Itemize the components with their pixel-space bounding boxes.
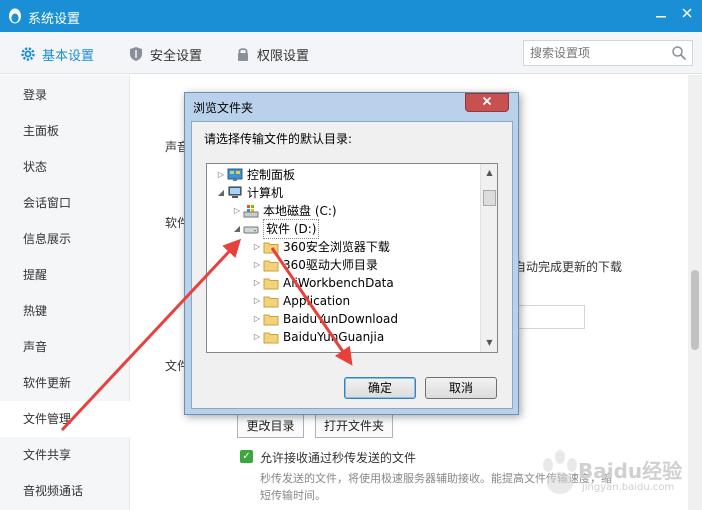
collapse-arrow-icon[interactable]: ◢ [215,184,227,202]
minimize-icon [656,16,666,18]
tree-item-folder[interactable]: ▷ 360安全浏览器下载 [251,238,390,256]
expand-arrow-icon[interactable]: ▷ [251,310,263,328]
folder-icon [263,242,279,254]
sidebar-item-login[interactable]: 登录 [0,77,130,113]
tree-item-folder[interactable]: ▷ BaiduYunGuanjia [251,328,384,346]
sidebar-item-file-management[interactable]: 文件管理 [0,401,130,437]
control-panel-icon [227,168,243,181]
folder-icon [263,332,279,344]
collapse-arrow-icon[interactable]: ◢ [231,220,243,238]
title-bar: 系统设置 [0,0,702,32]
cancel-button[interactable]: 取消 [425,377,497,399]
gear-icon [21,47,35,61]
tree-item-folder[interactable]: ▷ 360驱动大师目录 [251,256,378,274]
scroll-up-arrow-icon[interactable]: ▲ [482,165,497,181]
sidebar-item-info-display[interactable]: 信息展示 [0,221,130,257]
drive-icon [243,226,259,234]
tree-scrollbar[interactable]: ▲ ▼ [480,164,497,352]
expand-arrow-icon[interactable]: ▷ [251,256,263,274]
close-button[interactable] [678,6,696,24]
expand-arrow-icon[interactable]: ▷ [251,274,263,292]
auto-update-hint: 自动完成更新的下载 [514,260,623,274]
expand-arrow-icon[interactable]: ▷ [251,238,263,256]
search-icon[interactable] [671,45,687,61]
minimize-button[interactable] [652,6,670,24]
expand-arrow-icon[interactable]: ▷ [251,328,263,346]
search-input[interactable] [530,45,665,61]
dialog-body: 请选择传输文件的默认目录: ▷ 控制面板 ◢ 计算机 ▷ 本地磁盘 (C:) ◢… [191,121,513,409]
folder-icon [263,314,279,326]
sidebar-item-status[interactable]: 状态 [0,149,130,185]
penguin-logo-icon [9,8,21,24]
settings-sidebar: 登录 主面板 状态 会话窗口 信息展示 提醒 热键 声音 软件更新 文件管理 文… [0,75,130,510]
windows-drive-icon [243,205,259,218]
sidebar-item-main-panel[interactable]: 主面板 [0,113,130,149]
folder-icon [263,296,279,308]
tab-permission-settings[interactable]: 权限设置 [235,44,309,64]
computer-icon [228,186,242,198]
tab-security-settings[interactable]: 安全设置 [128,44,202,64]
expand-arrow-icon[interactable]: ▷ [215,166,227,184]
fast-receive-label: 允许接收通过秒传发送的文件 [260,451,417,465]
sidebar-item-chat-window[interactable]: 会话窗口 [0,185,130,221]
settings-tab-bar: 基本设置 安全设置 权限设置 [0,32,702,74]
tree-item-computer[interactable]: ◢ 计算机 [215,184,283,202]
folder-tree[interactable]: ▷ 控制面板 ◢ 计算机 ▷ 本地磁盘 (C:) ◢ 软件 (D:) ▷ 360… [206,163,498,353]
change-directory-button[interactable]: 更改目录 [237,414,304,438]
dialog-close-button[interactable] [465,93,509,112]
close-icon [482,96,492,106]
watermark-brand: Baidu经验 [578,459,683,483]
main-scrollbar-thumb[interactable] [691,270,699,350]
tab-label: 权限设置 [257,48,310,64]
browse-folder-dialog: 浏览文件夹 请选择传输文件的默认目录: ▷ 控制面板 ◢ 计算机 ▷ 本地磁盘 … [184,92,519,415]
window-title: 系统设置 [28,12,81,27]
tree-item-local-disk-c[interactable]: ▷ 本地磁盘 (C:) [231,202,337,220]
sidebar-item-reminder[interactable]: 提醒 [0,257,130,293]
tree-scrollbar-thumb[interactable] [483,190,496,206]
tree-item-control-panel[interactable]: ▷ 控制面板 [215,166,295,184]
tab-label: 安全设置 [150,48,203,64]
expand-arrow-icon[interactable]: ▷ [231,202,243,220]
tree-item-folder[interactable]: ▷ Application [251,292,350,310]
sidebar-item-hotkey[interactable]: 热键 [0,293,130,329]
dialog-prompt: 请选择传输文件的默认目录: [204,132,353,146]
sidebar-item-file-sharing[interactable]: 文件共享 [0,437,130,473]
tree-item-folder[interactable]: ▷ AliWorkbenchData [251,274,394,292]
shield-icon [130,47,142,61]
open-folder-button[interactable]: 打开文件夹 [315,414,393,438]
expand-arrow-icon[interactable]: ▷ [251,292,263,310]
tab-basic-settings[interactable]: 基本设置 [20,44,94,64]
scroll-down-arrow-icon[interactable]: ▼ [482,335,497,351]
lock-icon [238,48,248,61]
main-scrollbar[interactable] [688,75,702,510]
close-icon [682,8,692,18]
settings-search-box[interactable] [523,40,693,66]
sidebar-item-software-update[interactable]: 软件更新 [0,365,130,401]
ok-button[interactable]: 确定 [344,377,416,399]
folder-icon [263,278,279,290]
tree-item-folder[interactable]: ▷ BaiduYunDownload [251,310,398,328]
sidebar-item-av-call[interactable]: 音视频通话 [0,473,130,509]
watermark-url: jingyan.baidu.com [582,482,675,493]
fast-receive-checkbox[interactable]: ✓ [240,450,253,463]
tab-label: 基本设置 [42,48,95,64]
folder-icon [263,260,279,272]
dialog-title: 浏览文件夹 [193,101,254,115]
sidebar-item-sound[interactable]: 声音 [0,329,130,365]
tree-item-software-d-selected[interactable]: ◢ 软件 (D:) [231,219,320,239]
